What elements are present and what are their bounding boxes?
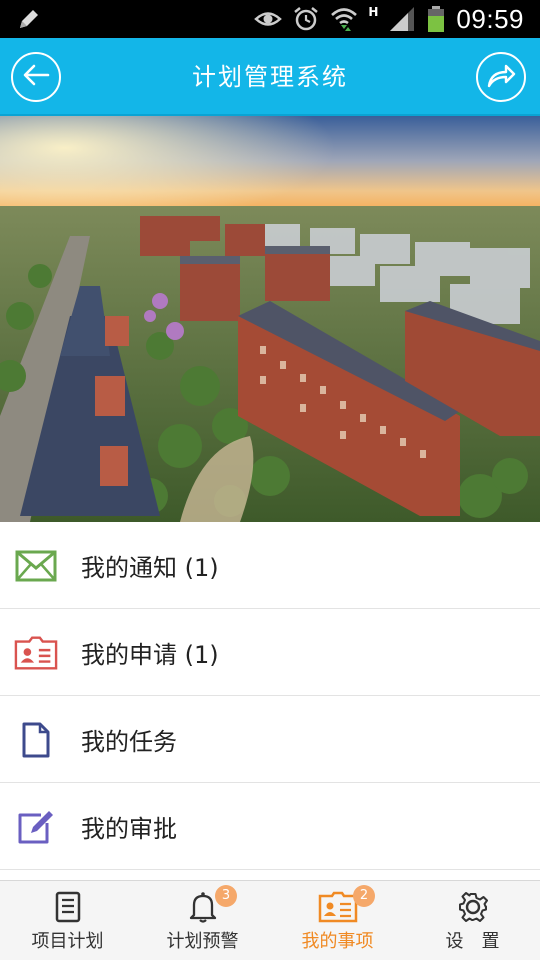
menu-item-approvals[interactable]: 我的审批 [0, 783, 540, 870]
share-button[interactable] [476, 52, 526, 102]
tab-label: 我的事项 [301, 931, 374, 952]
document-icon [14, 718, 58, 762]
bell-icon [188, 891, 218, 923]
menu-item-label: 我的申请 (1) [81, 640, 219, 669]
menu-item-label: 我的审批 [81, 814, 177, 843]
network-type-label: H [368, 5, 379, 19]
page-title: 计划管理系统 [192, 63, 348, 91]
tab-project-plan[interactable]: 项目计划 [0, 881, 135, 960]
warning-count-badge: 3 [215, 885, 237, 907]
menu-item-tasks[interactable]: 我的任务 [0, 696, 540, 783]
tab-label: 项目计划 [31, 931, 104, 952]
bottom-tab-bar: 项目计划 3 计划预警 2 我的事项 设 置 [0, 880, 540, 960]
app-header: 计划管理系统 [0, 38, 540, 116]
envelope-icon [14, 544, 58, 588]
pencil-icon [16, 6, 42, 32]
tab-my-items[interactable]: 2 我的事项 [270, 881, 405, 960]
tab-label: 设 置 [445, 931, 500, 952]
eye-icon [254, 5, 283, 33]
share-arrow-icon [486, 62, 516, 92]
gear-icon [458, 891, 488, 923]
items-count-badge: 2 [353, 885, 375, 907]
menu-item-label: 我的通知 (1) [81, 553, 219, 582]
signal-icon [388, 5, 416, 33]
clipboard-icon [53, 891, 83, 923]
menu-item-applications[interactable]: 我的申请 (1) [0, 609, 540, 696]
tab-plan-warning[interactable]: 3 计划预警 [135, 881, 270, 960]
menu-list: 我的通知 (1) 我的申请 (1) 我的任务 我的审批 [0, 522, 540, 870]
wifi-icon [330, 5, 358, 33]
id-card-icon [14, 631, 58, 675]
clock-time: 09:59 [456, 3, 524, 34]
tab-settings[interactable]: 设 置 [405, 881, 540, 960]
menu-item-label: 我的任务 [81, 727, 177, 756]
alarm-icon [292, 5, 320, 33]
menu-item-notifications[interactable]: 我的通知 (1) [0, 522, 540, 609]
banner-image[interactable] [0, 116, 540, 522]
status-bar: H 09:59 [0, 0, 540, 38]
edit-icon [14, 805, 58, 849]
battery-icon [426, 5, 446, 33]
tab-label: 计划预警 [166, 931, 239, 952]
id-card-icon [318, 891, 358, 923]
